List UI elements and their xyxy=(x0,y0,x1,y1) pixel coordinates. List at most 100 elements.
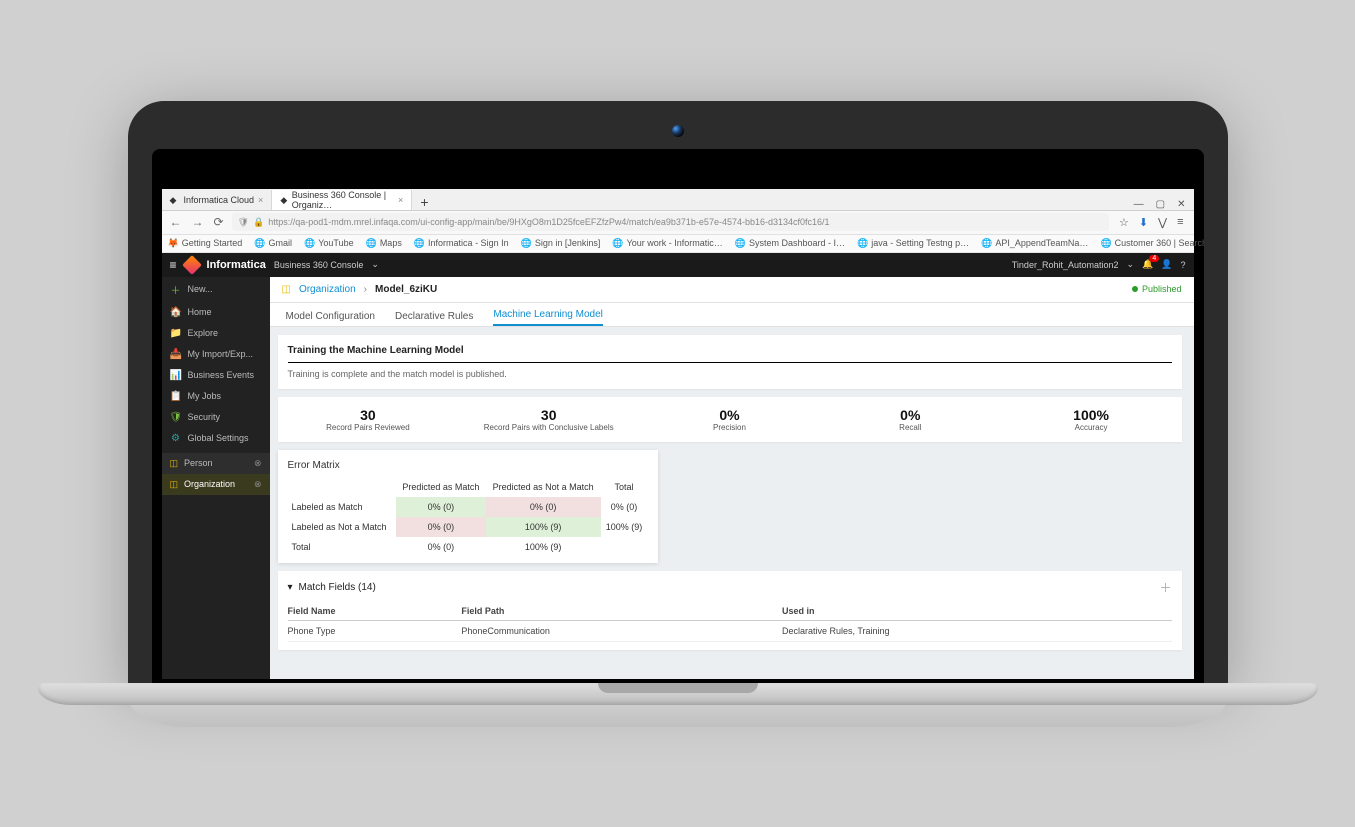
bookmark-item[interactable]: 🌐API_AppendTeamNa… xyxy=(981,238,1088,249)
back-button[interactable]: ← xyxy=(168,215,184,229)
sidebar-item-import-export[interactable]: 📥My Import/Exp... xyxy=(162,344,270,365)
sidebar-item-jobs[interactable]: 📋My Jobs xyxy=(162,386,270,407)
tab-ml-model[interactable]: Machine Learning Model xyxy=(493,309,603,326)
browser-window: ◆ Informatica Cloud × ◆ Business 360 Con… xyxy=(162,189,1194,679)
url-text: https://qa-pod1-mdm.mrel.infaqa.com/ui-c… xyxy=(268,217,829,227)
bookmark-item[interactable]: 🌐Maps xyxy=(366,238,402,249)
matrix-title: Error Matrix xyxy=(288,460,648,471)
col-header: Used in xyxy=(782,602,1171,621)
stat-label: Accuracy xyxy=(1005,423,1178,432)
close-icon[interactable]: × xyxy=(258,195,263,205)
globe-icon: 🌐 xyxy=(735,238,746,249)
matrix-cell xyxy=(601,537,648,557)
notification-icon[interactable]: 🔔4 xyxy=(1142,259,1153,270)
browser-tabbar: ◆ Informatica Cloud × ◆ Business 360 Con… xyxy=(162,189,1194,211)
globe-icon: 🌐 xyxy=(366,238,377,249)
user-icon[interactable]: 👤 xyxy=(1161,259,1172,270)
sidebar-tab-organization[interactable]: ◫Organization⊗ xyxy=(162,474,270,495)
breadcrumb-current: Model_6ziKU xyxy=(375,284,437,295)
sidebar-item-events[interactable]: 📊Business Events xyxy=(162,365,270,386)
globe-icon: 🌐 xyxy=(254,238,265,249)
new-tab-button[interactable]: + xyxy=(412,194,436,210)
maximize-icon[interactable]: ▢ xyxy=(1156,199,1165,210)
fields-table: Field Name Field Path Used in Phone Type… xyxy=(288,602,1172,642)
match-fields-card: ▾ Match Fields (14) ＋ Field Name Field P… xyxy=(278,571,1182,650)
product-name: Business 360 Console xyxy=(274,260,364,270)
bookmark-item[interactable]: 🌐Your work - Informatic… xyxy=(612,238,722,249)
chevron-down-icon[interactable]: ⌄ xyxy=(1127,259,1135,270)
stat-value: 0% xyxy=(643,407,816,423)
browser-addressbar: ← → ⟳ 🛡 🔒 https://qa-pod1-mdm.mrel.infaq… xyxy=(162,211,1194,235)
tab-declarative[interactable]: Declarative Rules xyxy=(395,311,473,326)
table-row[interactable]: Phone Type PhoneCommunication Declarativ… xyxy=(288,620,1172,641)
stats-bar: 30Record Pairs Reviewed 30Record Pairs w… xyxy=(278,397,1182,442)
matrix-col: Predicted as Match xyxy=(396,477,486,497)
reload-button[interactable]: ⟳ xyxy=(212,215,226,229)
bookmark-item[interactable]: 🌐Gmail xyxy=(254,238,292,249)
sidebar-item-settings[interactable]: ⚙Global Settings xyxy=(162,428,270,449)
breadcrumb-root[interactable]: Organization xyxy=(299,284,356,295)
publish-status: Published xyxy=(1132,284,1182,294)
menu-icon[interactable]: ≡ xyxy=(1177,216,1183,229)
browser-tab-1[interactable]: ◆ Business 360 Console | Organiz… × xyxy=(272,190,412,210)
bookmark-bar: 🦊Getting Started 🌐Gmail 🌐YouTube 🌐Maps 🌐… xyxy=(162,235,1194,253)
globe-icon: 🌐 xyxy=(414,238,425,249)
import-icon: 📥 xyxy=(170,349,182,360)
firefox-icon: 🦊 xyxy=(168,238,179,249)
stat-label: Record Pairs with Conclusive Labels xyxy=(462,423,635,432)
stat-value: 30 xyxy=(282,407,455,423)
col-header: Field Name xyxy=(288,602,462,621)
favicon-icon: ◆ xyxy=(170,195,180,205)
matrix-row-label: Total xyxy=(288,537,397,557)
minimize-icon[interactable]: — xyxy=(1134,199,1144,210)
laptop-camera xyxy=(672,125,684,137)
bookmark-item[interactable]: 🌐Sign in [Jenkins] xyxy=(521,238,601,249)
matrix-row-label: Labeled as Not a Match xyxy=(288,517,397,537)
shield-icon: 🛡 xyxy=(238,217,249,228)
plus-icon: ＋ xyxy=(170,282,182,297)
tab-model-config[interactable]: Model Configuration xyxy=(286,311,376,326)
close-icon[interactable]: ⊗ xyxy=(254,479,262,490)
gear-icon: ⚙ xyxy=(170,433,182,444)
informatica-logo-icon xyxy=(182,255,202,275)
browser-tab-0[interactable]: ◆ Informatica Cloud × xyxy=(162,190,273,210)
add-field-button[interactable]: ＋ xyxy=(1159,579,1171,596)
bookmark-star-icon[interactable]: ☆ xyxy=(1119,216,1129,229)
help-icon[interactable]: ? xyxy=(1180,260,1185,270)
stat-label: Record Pairs Reviewed xyxy=(282,423,455,432)
sidebar-item-security[interactable]: 🛡Security xyxy=(162,407,270,428)
cell: Phone Type xyxy=(288,620,462,641)
bookmark-item[interactable]: 🌐Customer 360 | Search xyxy=(1100,238,1203,249)
user-label[interactable]: Tinder_Rohit_Automation2 xyxy=(1012,260,1119,270)
cell: Declarative Rules, Training xyxy=(782,620,1171,641)
content-scroll[interactable]: Training the Machine Learning Model Trai… xyxy=(270,327,1194,679)
url-input[interactable]: 🛡 🔒 https://qa-pod1-mdm.mrel.infaqa.com/… xyxy=(232,213,1109,231)
bookmark-item[interactable]: 🌐System Dashboard - I… xyxy=(735,238,845,249)
stat-value: 100% xyxy=(1005,407,1178,423)
status-dot-icon xyxy=(1132,286,1138,292)
bookmark-item[interactable]: 🌐YouTube xyxy=(304,238,354,249)
pocket-icon[interactable]: ⋁ xyxy=(1158,216,1167,229)
close-window-icon[interactable]: ✕ xyxy=(1177,199,1185,210)
stat-label: Precision xyxy=(643,423,816,432)
entity-icon: ◫ xyxy=(282,284,291,295)
matrix-cell: 0% (0) xyxy=(486,497,601,517)
sidebar-item-home[interactable]: 🏠Home xyxy=(162,302,270,323)
chevron-down-icon[interactable]: ⌄ xyxy=(371,259,379,270)
forward-button[interactable]: → xyxy=(190,215,206,229)
bookmark-item[interactable]: 🌐java - Setting Testng p… xyxy=(857,238,969,249)
download-icon[interactable]: ⬇ xyxy=(1139,216,1148,229)
close-icon[interactable]: × xyxy=(398,195,403,205)
caret-down-icon[interactable]: ▾ xyxy=(288,582,293,593)
sidebar-item-new[interactable]: ＋New... xyxy=(162,277,270,302)
bookmark-item[interactable]: 🌐Informatica - Sign In xyxy=(414,238,509,249)
close-icon[interactable]: ⊗ xyxy=(254,458,262,469)
matrix-cell: 100% (9) xyxy=(486,517,601,537)
bookmark-item[interactable]: 🦊Getting Started xyxy=(168,238,243,249)
sidebar-tab-person[interactable]: ◫Person⊗ xyxy=(162,453,270,474)
sidebar-item-explore[interactable]: 📁Explore xyxy=(162,323,270,344)
stat-label: Recall xyxy=(824,423,997,432)
globe-icon: 🌐 xyxy=(1100,238,1111,249)
hamburger-icon[interactable]: ≡ xyxy=(170,258,177,272)
home-icon: 🏠 xyxy=(170,307,182,318)
